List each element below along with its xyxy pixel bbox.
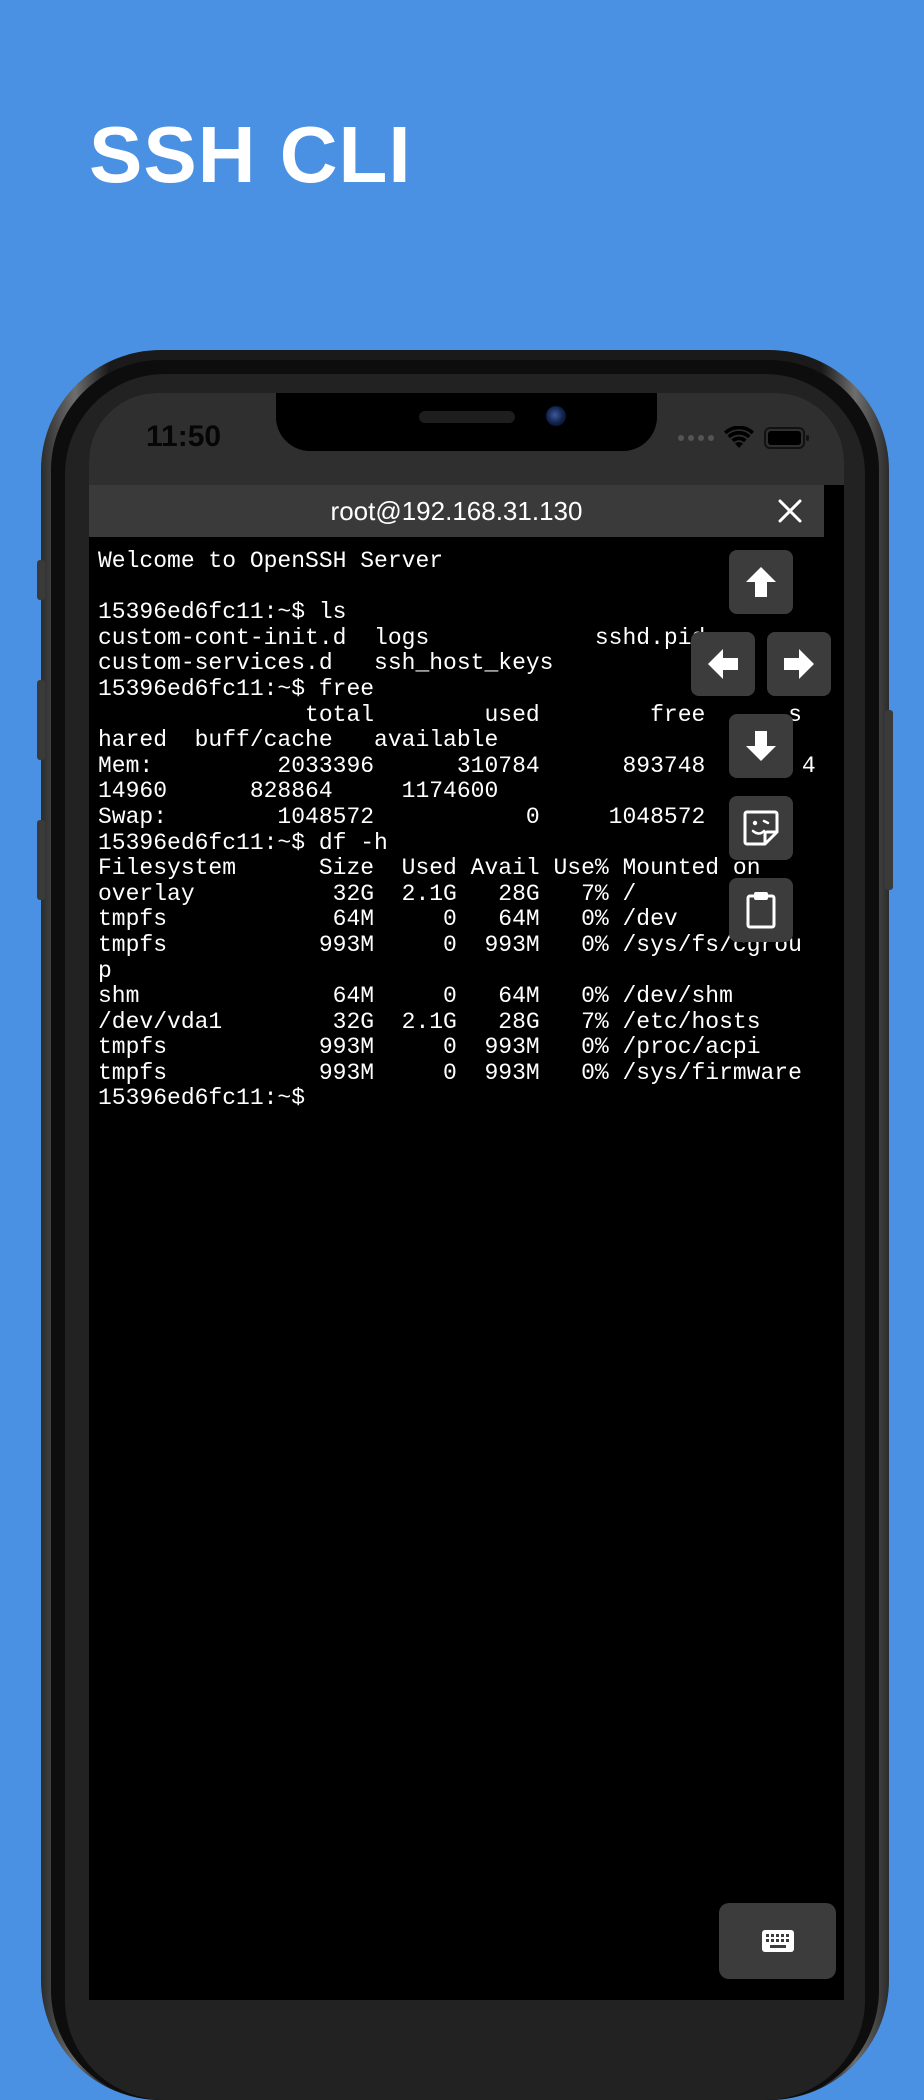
arrow-right-icon: [784, 649, 814, 679]
arrow-left-button[interactable]: [691, 632, 755, 696]
terminal-line: 14960 828864 1174600: [98, 778, 499, 805]
terminal-line: tmpfs 993M 0 993M 0% /proc/acpi: [98, 1034, 761, 1061]
terminal-line: hared buff/cache available: [98, 727, 499, 754]
keyboard-icon: [761, 1930, 794, 1952]
arrow-left-icon: [708, 649, 738, 679]
terminal-line: 15396ed6fc11:~$: [98, 1085, 306, 1112]
volume-down-button: [37, 820, 45, 900]
cellular-signal-icon: [678, 435, 714, 441]
phone-screen: 11:50 root@192.168.31.130 Welcome to Ope…: [89, 393, 844, 2000]
arrow-right-button[interactable]: [767, 632, 831, 696]
arrow-up-icon: [746, 567, 776, 597]
paste-button[interactable]: [729, 878, 793, 942]
sticker-icon: [743, 810, 779, 846]
mute-switch: [37, 560, 45, 600]
terminal-line: Welcome to OpenSSH Server: [98, 548, 444, 574]
status-icons: [678, 424, 810, 452]
hero-title: SSH CLI: [89, 110, 412, 199]
terminal-line: tmpfs 993M 0 993M 0% /sys/fs/cgrou: [98, 931, 802, 958]
battery-icon: [764, 426, 810, 450]
terminal-line: 15396ed6fc11:~$ ls: [98, 599, 347, 626]
snippets-button[interactable]: [729, 796, 793, 860]
terminal-line: total used free s: [98, 701, 802, 728]
terminal-line: overlay 32G 2.1G 28G 7% /: [98, 880, 637, 907]
terminal-line: Filesystem Size Used Avail Use% Mounted …: [98, 855, 761, 882]
terminal-line: Swap: 1048572 0 1048572: [98, 803, 706, 830]
status-bar: 11:50: [89, 393, 844, 485]
session-title: root@192.168.31.130: [330, 496, 583, 526]
session-title-bar: root@192.168.31.130: [89, 485, 824, 537]
terminal-line: shm 64M 0 64M 0% /dev/shm: [98, 983, 733, 1010]
clipboard-icon: [746, 892, 776, 929]
speaker-grille: [419, 411, 515, 423]
terminal-line: Mem: 2033396 310784 893748 4: [98, 752, 816, 779]
terminal-line: tmpfs 64M 0 64M 0% /dev: [98, 906, 678, 933]
status-time: 11:50: [146, 420, 222, 453]
close-session-button[interactable]: [770, 491, 810, 531]
close-icon: [778, 499, 802, 523]
toggle-keyboard-button[interactable]: [719, 1903, 836, 1979]
terminal-line: /dev/vda1 32G 2.1G 28G 7% /etc/hosts: [98, 1008, 761, 1035]
arrow-down-icon: [746, 731, 776, 761]
terminal-line: 15396ed6fc11:~$ df -h: [98, 829, 388, 856]
power-button: [885, 710, 893, 890]
volume-up-button: [37, 680, 45, 760]
terminal-line: p: [98, 957, 112, 984]
terminal-line: tmpfs 993M 0 993M 0% /sys/firmware: [98, 1059, 802, 1086]
arrow-up-button[interactable]: [729, 550, 793, 614]
wifi-icon: [724, 426, 754, 450]
notch: [276, 393, 657, 451]
arrow-down-button[interactable]: [729, 714, 793, 778]
front-camera: [546, 406, 566, 426]
